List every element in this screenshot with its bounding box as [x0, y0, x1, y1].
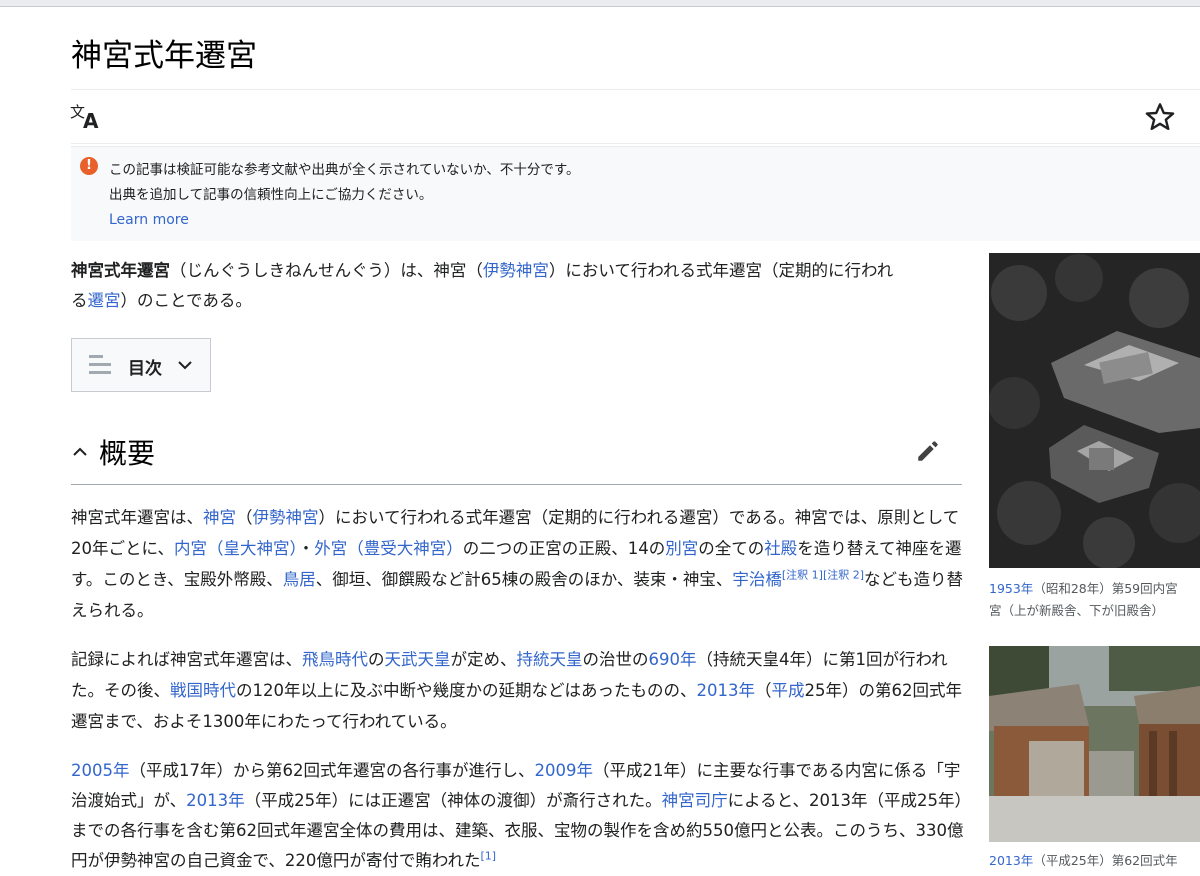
top-border: [0, 0, 1200, 7]
text: 神宮式年遷宮は、: [71, 508, 203, 527]
link-asuka[interactable]: 飛鳥時代: [302, 650, 368, 669]
footnote-link[interactable]: [注釈 1]: [782, 569, 823, 582]
text: の治世の: [582, 650, 649, 669]
text: （: [236, 508, 253, 527]
text: （昭和28年）第59回内宮: [1033, 581, 1178, 596]
text: の120年以上に及ぶ中断や幾度かの延期などはあったものの、: [236, 681, 697, 700]
list-icon: [89, 355, 111, 374]
text: ）のことである。: [120, 291, 252, 310]
text: の: [368, 650, 385, 669]
link-jingu-shicho[interactable]: 神宮司庁: [662, 791, 728, 810]
image-caption: 1953年（昭和28年）第59回内宮宮（上が新殿舎、下が旧殿舎）: [989, 578, 1200, 622]
footnote-link[interactable]: [1]: [481, 850, 497, 863]
text: 宮（上が新殿舎、下が旧殿舎）: [989, 603, 1165, 618]
page-title: 神宮式年遷宮: [71, 38, 257, 74]
link-tenmu[interactable]: 天武天皇: [385, 650, 451, 669]
svg-text:A: A: [83, 109, 99, 130]
text: （平成25年）には正遷宮（神体の渡御）が斎行された。: [244, 791, 662, 810]
link-jingu[interactable]: 神宮: [203, 508, 236, 527]
notice-text: 出典を追加して記事の信頼性向上にご協力ください。: [109, 187, 433, 203]
shrine-aerial-photo[interactable]: [989, 253, 1200, 568]
paragraph: 2005年（平成17年）から第62回式年遷宮の各行事が進行し、2009年 （平成2…: [71, 756, 966, 876]
section-title: 概要: [99, 437, 156, 470]
toc-button[interactable]: 目次: [71, 338, 211, 392]
link-1953[interactable]: 1953年: [989, 581, 1033, 596]
link-ise-jingu[interactable]: 伊勢神宮: [253, 508, 319, 527]
text: 、御垣、御饌殿など計65棟の殿舎のほか、装束・神宝、: [315, 570, 733, 589]
toc-label: 目次: [128, 359, 162, 379]
text: の全ての: [698, 539, 765, 558]
link-heisei[interactable]: 平成: [772, 681, 805, 700]
chevron-down-icon: [178, 361, 192, 370]
link-690[interactable]: 690年: [649, 650, 697, 669]
text: （: [755, 681, 772, 700]
link-naiku[interactable]: 内宮（皇大神宮）: [174, 539, 298, 558]
link-jito[interactable]: 持統天皇: [517, 650, 583, 669]
text: （平成25年）第62回式年: [1033, 853, 1178, 868]
text: の二つの正宮の正殿、14の: [462, 539, 666, 558]
link-ujibashi[interactable]: 宇治橋: [732, 570, 782, 589]
link-2013[interactable]: 2013年: [697, 681, 756, 700]
toolbar-divider: [71, 143, 1200, 144]
text: が定め、: [450, 650, 517, 669]
text: （平成17年）から第62回式年遷宮の各行事が進行し、: [129, 761, 535, 780]
section-header: 概要: [71, 428, 962, 485]
link-torii[interactable]: 鳥居: [283, 570, 316, 589]
footnote-link[interactable]: [注釈 2]: [823, 569, 864, 582]
paragraph: 記録によれば神宮式年遷宮は、飛鳥時代の天武天皇が定め、持統天皇の治世の690年 （…: [71, 644, 966, 737]
text: ）において行われる式年遷宮（定期的に行われ: [548, 261, 894, 280]
shrine-photo[interactable]: [989, 646, 1200, 842]
text: 記録によれば神宮式年遷宮は、: [71, 650, 302, 669]
chevron-up-icon[interactable]: [71, 444, 89, 460]
link-2013[interactable]: 2013年: [989, 853, 1033, 868]
link-2013[interactable]: 2013年: [186, 791, 245, 810]
link-2009[interactable]: 2009年: [535, 761, 594, 780]
notice-text: この記事は検証可能な参考文献や出典が全く示されていないか、不十分です。: [109, 162, 580, 178]
citation-notice: ! この記事は検証可能な参考文献や出典が全く示されていないか、不十分です。 出典…: [71, 146, 1200, 241]
learn-more-link[interactable]: Learn more: [109, 212, 189, 228]
link-geku[interactable]: 外宮（豊受大神宮）: [314, 539, 463, 558]
link-sengu[interactable]: 遷宮: [88, 291, 121, 310]
link-2005[interactable]: 2005年: [71, 761, 130, 780]
lead-paragraph: 神宮式年遷宮（じんぐうしきねんせんぐう）は、神宮（伊勢神宮）において行われる式年…: [71, 256, 966, 316]
title-divider: [71, 89, 1200, 90]
lead-term: 神宮式年遷宮: [71, 261, 170, 280]
alert-icon: !: [80, 157, 98, 175]
star-icon[interactable]: [1144, 101, 1176, 133]
link-betsugu[interactable]: 別宮: [665, 539, 698, 558]
text: （じんぐうしきねんせんぐう）は、神宮（: [170, 261, 483, 280]
text: ・: [297, 539, 315, 558]
paragraph: 神宮式年遷宮は、神宮（伊勢神宮）において行われる式年遷宮（定期的に行われる遷宮）…: [71, 502, 966, 626]
language-icon[interactable]: 文 A: [70, 102, 102, 130]
pencil-icon[interactable]: [915, 438, 941, 464]
image-caption: 2013年（平成25年）第62回式年: [989, 851, 1200, 871]
link-sengoku[interactable]: 戦国時代: [170, 681, 236, 700]
link-shaden[interactable]: 社殿: [764, 539, 797, 558]
text: る: [71, 291, 88, 310]
link-ise-jingu[interactable]: 伊勢神宮: [483, 261, 549, 280]
